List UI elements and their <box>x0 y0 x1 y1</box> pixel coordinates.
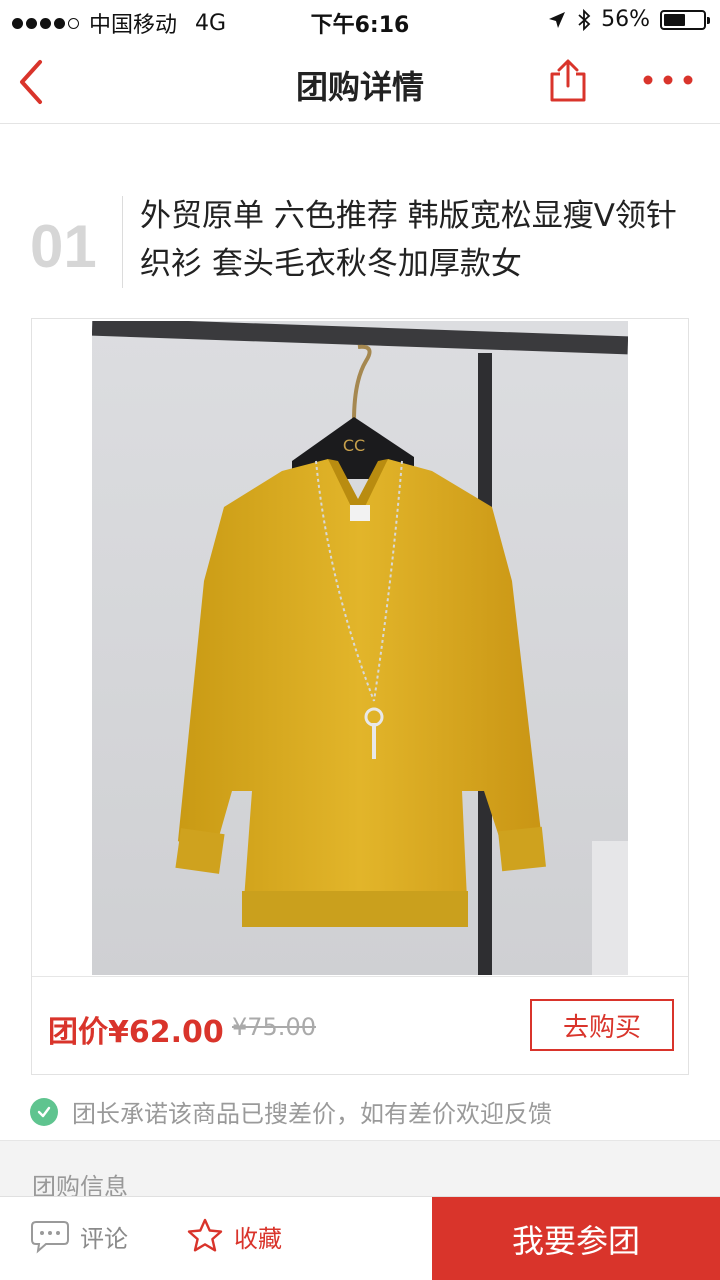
product-heading: 01 外贸原单 六色推荐 韩版宽松显瘦V领针织衫 套头毛衣秋冬加厚款女 <box>0 190 720 290</box>
page-title: 团购详情 <box>295 68 424 106</box>
battery-percent: 56% <box>601 7 650 32</box>
check-circle-icon <box>30 1097 58 1126</box>
promise-text: 团长承诺该商品已搜差价，如有差价欢迎反馈 <box>72 1100 552 1128</box>
star-icon <box>187 1218 223 1252</box>
original-price: ¥75.00 <box>232 1013 316 1041</box>
join-group-button[interactable]: 我要参团 <box>432 1197 720 1280</box>
bottom-action-bar: 评论 收藏 我要参团 <box>0 1196 720 1280</box>
product-card: CC 团价¥62.00 ¥75.00 去购买 <box>31 318 689 1075</box>
divider <box>32 976 688 977</box>
comment-bubble-icon <box>31 1220 69 1254</box>
more-dots-icon[interactable] <box>640 60 696 100</box>
product-index: 01 <box>30 213 97 280</box>
bluetooth-icon <box>578 8 591 31</box>
group-info-section: 团购信息 <box>0 1140 720 1201</box>
comment-label: 评论 <box>80 1225 128 1253</box>
battery-icon <box>660 9 710 30</box>
favorite-label: 收藏 <box>234 1224 282 1253</box>
location-arrow-icon <box>549 11 566 28</box>
group-price: 团价¥62.00 <box>48 1015 224 1050</box>
comment-button[interactable]: 评论 <box>30 1219 128 1254</box>
status-bar: 中国移动 4G 下午6:16 56% <box>0 0 720 40</box>
price-promise: 团长承诺该商品已搜差价，如有差价欢迎反馈 <box>30 1094 552 1129</box>
svg-text:CC: CC <box>343 436 365 455</box>
product-photo[interactable]: CC <box>92 321 628 975</box>
buy-button[interactable]: 去购买 <box>530 999 674 1051</box>
product-title: 外贸原单 六色推荐 韩版宽松显瘦V领针织衫 套头毛衣秋冬加厚款女 <box>140 198 677 282</box>
share-icon[interactable] <box>544 56 592 104</box>
favorite-button[interactable]: 收藏 <box>186 1217 282 1255</box>
navigation-bar: 团购详情 <box>0 40 720 124</box>
divider <box>122 196 123 288</box>
